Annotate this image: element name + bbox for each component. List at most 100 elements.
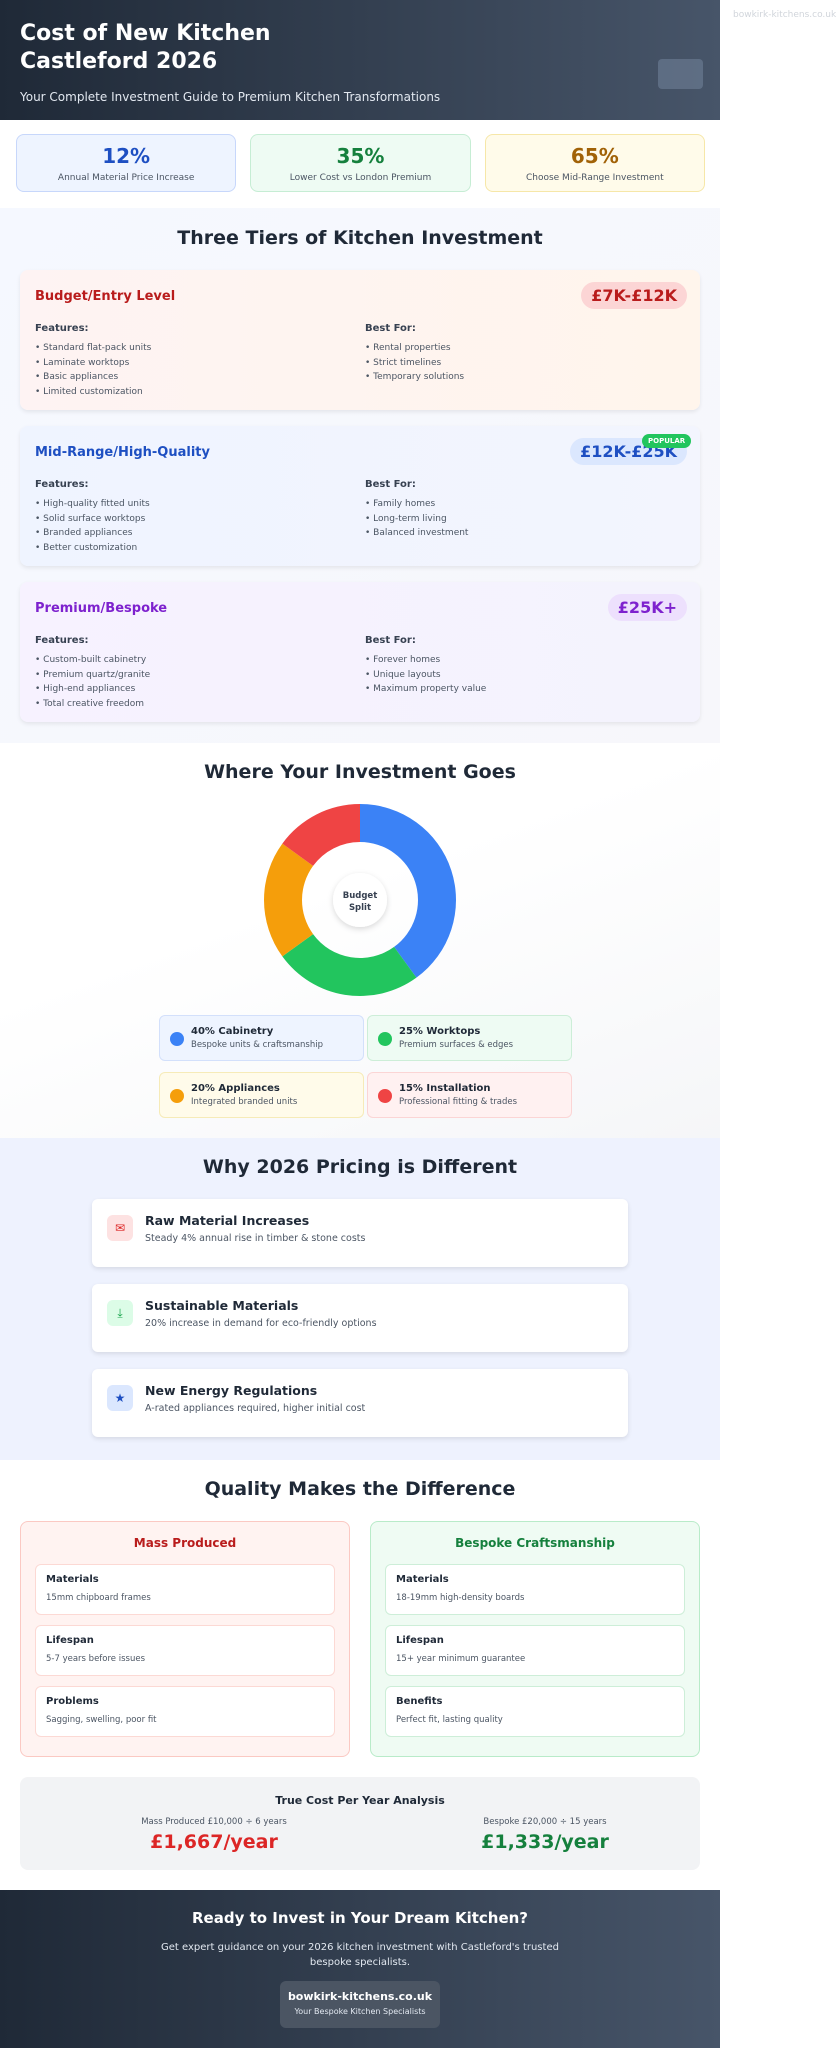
quality-row-value: 5-7 years before issues [46,1654,145,1664]
stat-label: Annual Material Price Increase [57,173,195,183]
tiers-section: Three Tiers of Kitchen Investment Budget… [0,208,720,743]
quality-row-value: 18-19mm high-density boards [396,1593,525,1603]
stat-label: Choose Mid-Range Investment [525,173,664,183]
features-column: Features: • Standard flat-pack units • L… [35,323,335,399]
legend-dot [378,1089,392,1103]
donut-center-label: Split [349,903,371,913]
column-heading: Mass Produced [133,1536,237,1550]
watermark: bowkirk-kitchens.co.uk [733,10,837,20]
features-column: Features: • High-quality fitted units • … [35,479,335,555]
stat-value: 65% [570,144,619,168]
quality-row: Lifespan 5-7 years before issues [35,1625,335,1676]
legend-sub: Integrated branded units [191,1097,298,1107]
feature-item: • High-quality fitted units [35,499,150,509]
legend-dot [170,1089,184,1103]
reason-card: ✉ Raw Material Increases Steady 4% annua… [92,1199,628,1267]
quality-row-value: Sagging, swelling, poor fit [46,1715,157,1725]
features-heading: Features: [35,479,89,490]
best-for-heading: Best For: [365,323,416,334]
bespoke-column: Bespoke Craftsmanship Materials 18-19mm … [370,1521,700,1757]
page-subtitle: Your Complete Investment Guide to Premiu… [20,90,441,104]
tier-card-premium: Premium/Bespoke £25K+ Features: • Custom… [20,582,700,722]
column-heading: Bespoke Craftsmanship [455,1536,615,1550]
feature-item: • High-end appliances [35,684,136,694]
best-for-heading: Best For: [365,479,416,490]
reason-sub: A-rated appliances required, higher init… [145,1403,366,1414]
true-cost-label: Mass Produced £10,000 ÷ 6 years [141,1817,287,1827]
website-tagline: Your Bespoke Kitchen Specialists [294,2007,426,2016]
mass-produced-column: Mass Produced Materials 15mm chipboard f… [20,1521,350,1757]
section-title: Quality Makes the Difference [204,1478,516,1500]
features-heading: Features: [35,635,89,646]
tier-price-badge: £25K+ [607,594,687,621]
feature-item: • Total creative freedom [35,698,145,709]
feature-item: • Branded appliances [35,528,133,538]
quality-row-title: Benefits [396,1696,443,1707]
stat-value: 12% [102,144,151,168]
stat-label: Lower Cost vs London Premium [289,173,432,183]
tier-name: Mid-Range/High-Quality [35,445,210,460]
footer-sub: Get expert guidance on your 2026 kitchen… [161,1942,559,1968]
tier-name: Budget/Entry Level [35,289,176,304]
quality-section: Quality Makes the Difference Mass Produc… [0,1460,720,1890]
best-for-item: • Rental properties [365,343,451,353]
true-cost-value: £1,667/year [150,1831,278,1853]
legend-title: 25% Worktops [399,1026,481,1037]
quality-row-title: Materials [46,1574,99,1585]
header: Cost of New Kitchen Castleford 2026 Your… [0,0,720,120]
page-title: Cost of New Kitchen Castleford 2026 [20,21,271,74]
footer-cta: Ready to Invest in Your Dream Kitchen? G… [0,1890,720,2048]
reason-card: ⤓ Sustainable Materials 20% increase in … [92,1284,628,1352]
website-link[interactable]: bowkirk-kitchens.co.uk [280,1990,440,2003]
donut-slice-worktops [282,934,417,996]
why-section: Why 2026 Pricing is Different ✉ Raw Mate… [0,1138,720,1460]
legend-title: 40% Cabinetry [191,1026,274,1037]
legend-sub: Premium surfaces & edges [399,1040,514,1050]
best-for-item: • Strict timelines [365,357,442,368]
stat-card: 12% Annual Material Price Increase [16,134,237,192]
feature-item: • Custom-built cabinetry [35,655,147,665]
true-cost-title: True Cost Per Year Analysis [275,1794,445,1807]
stat-value: 35% [336,144,385,168]
feature-item: • Standard flat-pack units [35,343,152,353]
quality-row-value: Perfect fit, lasting quality [396,1715,503,1725]
true-cost-label: Bespoke £20,000 ÷ 15 years [483,1817,607,1827]
best-for-item: • Unique layouts [365,669,441,680]
feature-item: • Solid surface worktops [35,513,146,524]
section-title: Where Your Investment Goes [204,761,516,783]
header-button[interactable] [658,59,703,89]
true-cost-value: £1,333/year [481,1831,609,1853]
popular-badge: POPULAR [642,434,692,448]
reason-title: Sustainable Materials [145,1298,299,1313]
best-for-item: • Maximum property value [365,684,487,694]
legend-dot [170,1032,184,1046]
quality-row: Benefits Perfect fit, lasting quality [385,1686,685,1737]
reason-sub: 20% increase in demand for eco-friendly … [145,1318,377,1329]
budget-donut-chart: Budget Split [264,804,456,996]
best-for-heading: Best For: [365,635,416,646]
tier-name: Premium/Bespoke [35,601,168,616]
true-cost-panel: True Cost Per Year Analysis Mass Produce… [20,1777,700,1870]
quality-row-title: Lifespan [46,1635,94,1646]
best-for-item: • Long-term living [365,513,447,524]
legend-title: 20% Appliances [191,1083,280,1094]
best-for-item: • Balanced investment [365,528,469,538]
tier-price-badge: £7K-£12K [581,282,687,309]
infographic: Cost of New Kitchen Castleford 2026 Your… [0,0,720,2048]
legend-item-cabinetry: 40% Cabinetry Bespoke units & craftsmans… [159,1015,364,1061]
stat-card: 65% Choose Mid-Range Investment [484,134,705,192]
legend-dot [378,1032,392,1046]
legend-item-worktops: 25% Worktops Premium surfaces & edges [367,1015,572,1061]
download-icon: ⤓ [107,1300,133,1326]
investment-section: Where Your Investment Goes Budget Split … [0,743,720,1138]
quality-row-value: 15mm chipboard frames [46,1593,151,1603]
best-for-column: Best For: • Rental properties • Strict t… [365,323,665,385]
quality-row: Materials 15mm chipboard frames [35,1564,335,1615]
quality-row: Problems Sagging, swelling, poor fit [35,1686,335,1737]
best-for-column: Best For: • Forever homes • Unique layou… [365,635,665,697]
reason-title: Raw Material Increases [145,1213,310,1228]
legend-sub: Bespoke units & craftsmanship [191,1040,323,1050]
true-cost-bespoke: Bespoke £20,000 ÷ 15 years £1,333/year [445,1817,645,1853]
website-button[interactable]: bowkirk-kitchens.co.uk Your Bespoke Kitc… [280,1981,440,2028]
reason-title: New Energy Regulations [145,1383,318,1398]
